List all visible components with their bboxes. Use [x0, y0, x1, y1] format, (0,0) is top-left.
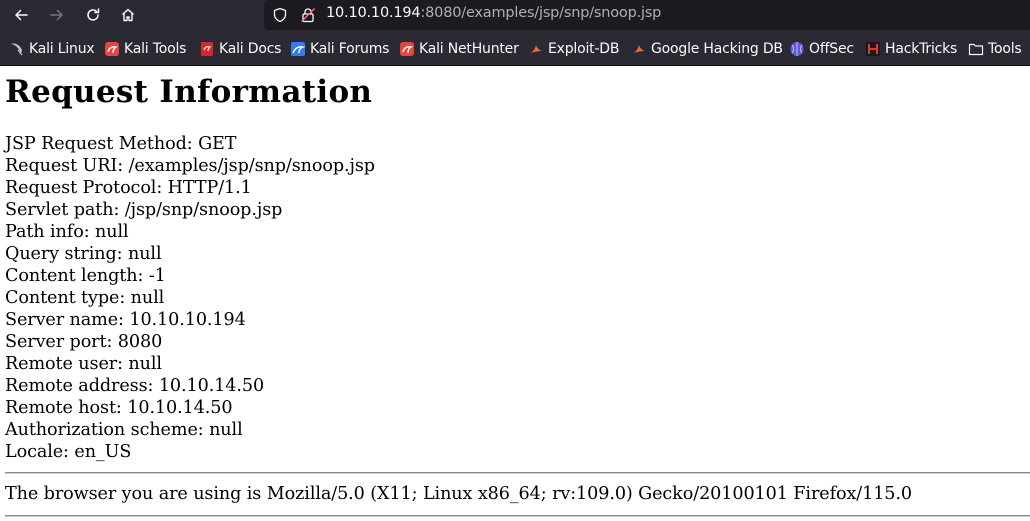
info-line-request-protocol: Request Protocol: HTTP/1.1	[5, 178, 252, 198]
bookmark-label: HackTricks	[885, 41, 958, 57]
forward-button[interactable]	[44, 2, 70, 28]
kali-red-icon	[105, 42, 119, 56]
reload-button[interactable]	[80, 2, 106, 28]
kali-red-icon	[400, 42, 414, 56]
bookmark-exploit-db[interactable]: Exploit-DB	[528, 40, 619, 58]
divider	[5, 515, 1030, 517]
info-line-server-name: Server name: 10.10.10.194	[5, 310, 246, 330]
info-line-authorization-scheme: Authorization scheme: null	[5, 420, 243, 440]
info-line-remote-address: Remote address: 10.10.14.50	[5, 376, 265, 396]
url-bar[interactable]: 10.10.10.194:8080/examples/jsp/snp/snoop…	[264, 0, 1030, 30]
kali-docs-icon	[201, 42, 213, 56]
divider	[5, 472, 1030, 474]
exploit-db-icon	[530, 45, 542, 53]
info-line-query-string: Query string: null	[5, 244, 162, 264]
bookmark-label: OffSec	[809, 41, 854, 57]
shield-icon[interactable]	[272, 7, 288, 23]
bookmark-label: Kali NetHunter	[419, 41, 519, 57]
info-line-remote-host: Remote host: 10.10.14.50	[5, 398, 233, 418]
bookmark-hacktricks[interactable]: HackTricks	[865, 40, 957, 58]
bookmark-kali-tools[interactable]: Kali Tools	[104, 40, 186, 58]
page-title: Request Information	[5, 74, 373, 110]
info-line-content-length: Content length: -1	[5, 266, 166, 286]
info-line-request-method: JSP Request Method: GET	[5, 134, 237, 154]
page-content: Request Information JSP Request Method: …	[0, 66, 1030, 521]
bookmark-offsec[interactable]: OffSec	[789, 40, 854, 58]
exploit-db-icon	[633, 45, 645, 53]
bookmark-label: Kali Linux	[29, 41, 95, 57]
bookmarks-toolbar: Kali Linux Kali Tools Kali Docs Kali For…	[0, 31, 1030, 66]
url-text[interactable]: 10.10.10.194:8080/examples/jsp/snp/snoop…	[326, 5, 661, 21]
url-path: :8080/examples/jsp/snp/snoop.jsp	[420, 5, 662, 21]
bookmark-label: Exploit-DB	[548, 41, 620, 57]
home-button[interactable]	[115, 2, 141, 28]
kali-forums-icon	[291, 42, 306, 56]
bookmark-kali-nethunter[interactable]: Kali NetHunter	[399, 40, 519, 58]
bookmark-kali-docs[interactable]: Kali Docs	[199, 40, 281, 58]
arrow-right-icon	[50, 9, 63, 21]
info-line-server-port: Server port: 8080	[5, 332, 163, 352]
bookmark-label: Kali Forums	[310, 41, 390, 57]
offsec-icon	[790, 42, 804, 56]
insecure-lock-icon[interactable]	[300, 7, 316, 23]
info-line-remote-user: Remote user: null	[5, 354, 162, 374]
folder-icon	[968, 43, 984, 56]
browser-toolbar: 10.10.10.194:8080/examples/jsp/snp/snoop…	[0, 0, 1030, 31]
arrow-left-icon	[15, 9, 28, 21]
back-button[interactable]	[8, 2, 34, 28]
info-line-request-uri: Request URI: /examples/jsp/snp/snoop.jsp	[5, 156, 375, 176]
browser-user-agent: The browser you are using is Mozilla/5.0…	[5, 484, 912, 504]
info-line-locale: Locale: en_US	[5, 442, 132, 462]
kali-dragon-icon	[10, 43, 23, 56]
hacktricks-icon	[866, 42, 880, 56]
bookmark-label: Kali Docs	[219, 41, 282, 57]
info-line-content-type: Content type: null	[5, 288, 165, 308]
home-icon	[122, 8, 134, 22]
reload-icon	[87, 8, 100, 21]
url-host: 10.10.10.194	[326, 5, 421, 21]
bookmark-label: Tools	[988, 41, 1022, 57]
bookmark-label: Google Hacking DB	[651, 41, 783, 57]
bookmark-kali-forums[interactable]: Kali Forums	[290, 40, 389, 58]
info-line-path-info: Path info: null	[5, 222, 129, 242]
bookmark-label: Kali Tools	[124, 41, 187, 57]
bookmark-kali-linux[interactable]: Kali Linux	[9, 40, 95, 58]
info-line-servlet-path: Servlet path: /jsp/snp/snoop.jsp	[5, 200, 283, 220]
bookmark-google-hacking-db[interactable]: Google Hacking DB	[631, 40, 783, 58]
bookmark-folder-tools[interactable]: Tools	[968, 40, 1022, 58]
